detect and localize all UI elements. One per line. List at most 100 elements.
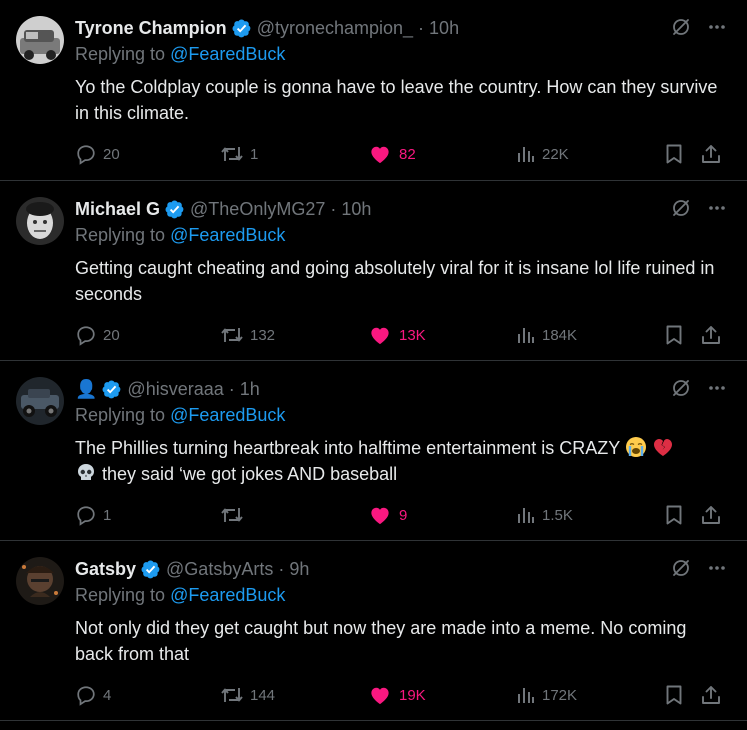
display-name[interactable]: Michael G <box>75 197 160 221</box>
tweet-actions: 20 1 82 22K <box>75 141 725 167</box>
timestamp[interactable]: 1h <box>240 377 260 401</box>
avatar[interactable] <box>16 16 64 64</box>
reply-icon <box>77 506 95 526</box>
skull-icon <box>78 464 94 480</box>
grok-icon[interactable] <box>671 558 691 578</box>
like-button[interactable]: 13K <box>369 322 426 348</box>
repost-icon <box>221 328 243 342</box>
reply-icon <box>77 145 95 165</box>
views-icon <box>518 147 534 162</box>
views-button[interactable]: 172K <box>516 682 577 708</box>
display-name[interactable]: 👤 <box>75 377 97 401</box>
tweet-actions: 1 9 1.5K <box>75 502 725 528</box>
repost-button[interactable]: 132 <box>220 322 275 348</box>
tweet-actions: 20 132 13K 184K <box>75 322 725 348</box>
avatar-icon <box>16 557 64 605</box>
tweet[interactable]: Michael G @TheOnlyMG27 · 10h Replying to… <box>0 181 747 361</box>
more-options-icon[interactable] <box>707 17 727 37</box>
repost-count: 144 <box>250 686 276 704</box>
heart-filled-icon <box>371 687 389 705</box>
repost-count: 132 <box>250 326 276 344</box>
tweet[interactable]: Tyrone Champion @tyronechampion_ · 10h R… <box>0 0 747 181</box>
repost-button[interactable] <box>220 502 250 528</box>
like-count: 9 <box>399 506 408 524</box>
share-icon <box>702 145 720 163</box>
avatar[interactable] <box>16 557 64 605</box>
replying-to: Replying to @FearedBuck <box>75 403 285 427</box>
views-icon <box>518 688 534 703</box>
handle[interactable]: @TheOnlyMG27 <box>190 197 325 221</box>
bookmark-icon <box>666 325 682 345</box>
reply-button[interactable]: 1 <box>75 502 111 528</box>
reply-feed: Tyrone Champion @tyronechampion_ · 10h R… <box>0 0 747 721</box>
more-options-icon[interactable] <box>707 378 727 398</box>
repost-button[interactable]: 1 <box>220 141 258 167</box>
reply-button[interactable]: 20 <box>75 322 120 348</box>
timestamp[interactable]: 10h <box>341 197 371 221</box>
avatar[interactable] <box>16 377 64 425</box>
bookmark-button[interactable] <box>664 682 684 708</box>
views-count: 1.5K <box>542 506 573 524</box>
handle[interactable]: @GatsbyArts <box>166 557 273 581</box>
tweet[interactable]: 👤 @hisveraaa · 1h Replying to @FearedBuc… <box>0 361 747 541</box>
reply-count: 1 <box>103 506 112 524</box>
share-button[interactable] <box>700 322 722 348</box>
views-button[interactable]: 184K <box>516 322 577 348</box>
reply-icon <box>77 326 95 346</box>
timestamp[interactable]: 9h <box>289 557 309 581</box>
share-button[interactable] <box>700 502 722 528</box>
views-button[interactable]: 1.5K <box>516 502 573 528</box>
bookmark-button[interactable] <box>664 322 684 348</box>
tweet[interactable]: Gatsby @GatsbyArts · 9h Replying to @Fea… <box>0 541 747 721</box>
replying-to: Replying to @FearedBuck <box>75 223 285 247</box>
display-name[interactable]: Tyrone Champion <box>75 16 227 40</box>
like-button[interactable]: 9 <box>369 502 407 528</box>
replying-to-link[interactable]: @FearedBuck <box>170 44 285 64</box>
views-button[interactable]: 22K <box>516 141 569 167</box>
display-name[interactable]: Gatsby <box>75 557 136 581</box>
views-icon <box>518 328 534 343</box>
verified-badge-icon <box>140 559 161 580</box>
bookmark-button[interactable] <box>664 502 684 528</box>
repost-button[interactable]: 144 <box>220 682 275 708</box>
tweet-text: Yo the Coldplay couple is gonna have to … <box>75 77 718 123</box>
avatar[interactable] <box>16 197 64 245</box>
loudly-crying-face-icon <box>625 437 646 457</box>
tweet-header: Gatsby @GatsbyArts · 9h <box>75 557 309 581</box>
grok-icon[interactable] <box>671 17 691 37</box>
reply-button[interactable]: 20 <box>75 141 120 167</box>
reply-button[interactable]: 4 <box>75 682 111 708</box>
like-count: 13K <box>399 326 426 344</box>
grok-icon[interactable] <box>671 378 691 398</box>
like-count: 82 <box>399 145 416 163</box>
like-button[interactable]: 82 <box>369 141 416 167</box>
heart-filled-icon <box>371 327 389 345</box>
tweet-text: Getting caught cheating and going absolu… <box>75 258 715 304</box>
tweet-header: 👤 @hisveraaa · 1h <box>75 377 260 401</box>
tweet-actions: 4 144 19K 172K <box>75 682 725 708</box>
like-button[interactable]: 19K <box>369 682 426 708</box>
more-options-icon[interactable] <box>707 198 727 218</box>
replying-to-link[interactable]: @FearedBuck <box>170 405 285 425</box>
handle[interactable]: @hisveraaa <box>127 377 223 401</box>
share-button[interactable] <box>700 141 722 167</box>
share-button[interactable] <box>700 682 722 708</box>
separator-dot: · <box>278 559 285 579</box>
handle[interactable]: @tyronechampion_ <box>257 16 413 40</box>
timestamp[interactable]: 10h <box>429 16 459 40</box>
share-icon <box>702 326 720 344</box>
tweet-top-actions <box>671 198 727 218</box>
replying-to-link[interactable]: @FearedBuck <box>170 585 285 605</box>
share-icon <box>702 506 720 524</box>
verified-badge-icon <box>164 199 185 220</box>
verified-badge-icon <box>231 18 252 39</box>
tweet-header: Tyrone Champion @tyronechampion_ · 10h <box>75 16 459 40</box>
grok-icon[interactable] <box>671 198 691 218</box>
replying-to-link[interactable]: @FearedBuck <box>170 225 285 245</box>
bookmark-button[interactable] <box>664 141 684 167</box>
heart-filled-icon <box>371 146 389 164</box>
repost-icon <box>221 508 243 522</box>
views-count: 184K <box>542 326 578 344</box>
tweet-header: Michael G @TheOnlyMG27 · 10h <box>75 197 371 221</box>
more-options-icon[interactable] <box>707 558 727 578</box>
